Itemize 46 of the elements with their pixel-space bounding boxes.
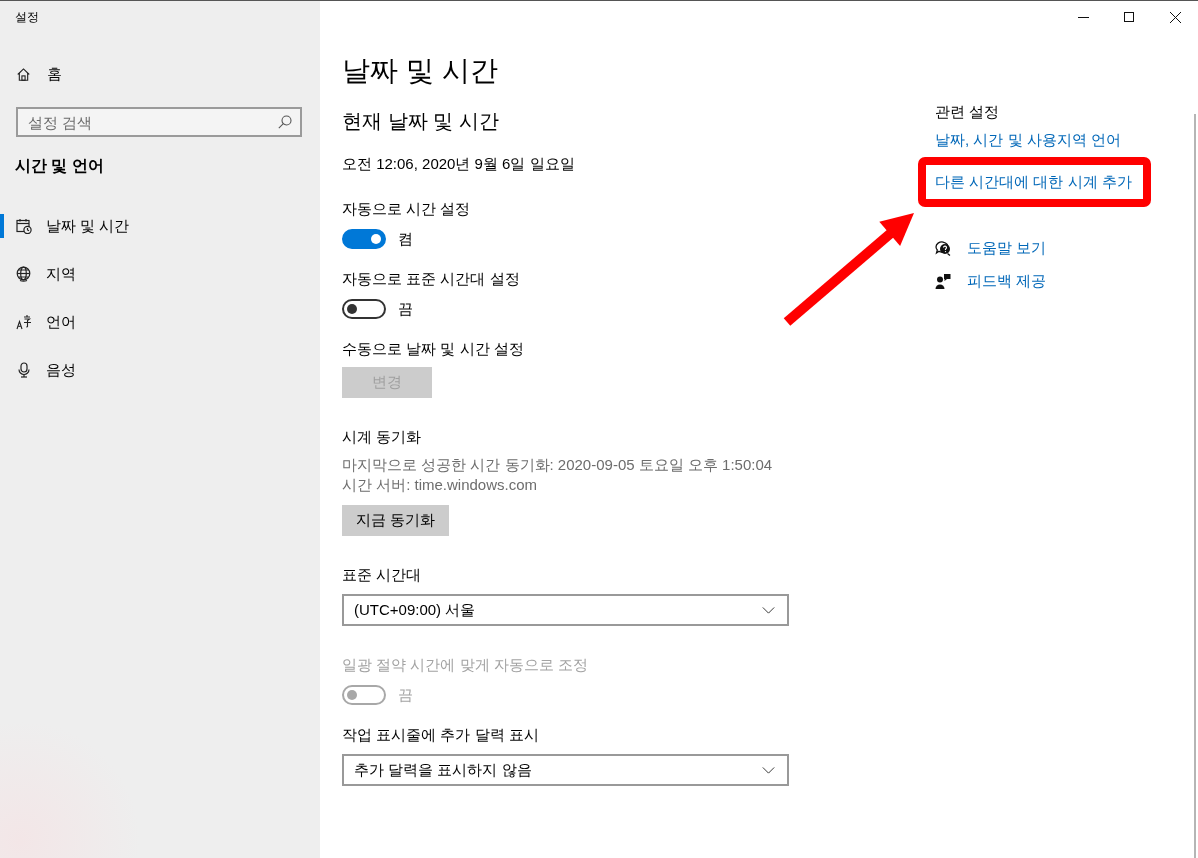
search-field[interactable]: 설정 검색 (16, 107, 302, 137)
globe-icon (16, 266, 32, 282)
detail-text: 시간 서버: time.windows.com (342, 475, 538, 495)
chat-help-icon (935, 240, 951, 256)
setting-label: 작업 표시줄에 추가 달력 표시 (342, 725, 539, 745)
toggle-state-label: 끔 (398, 299, 413, 319)
nav-item[interactable]: 날짜 및 시간 (0, 202, 320, 250)
nav-item[interactable]: 음성 (0, 346, 320, 394)
dropdown[interactable]: 추가 달력을 표시하지 않음 (342, 754, 789, 786)
nav-item[interactable]: 지역 (0, 250, 320, 298)
toggle-state-label: 끔 (398, 685, 413, 705)
setting-label: 자동으로 시간 설정 (342, 199, 471, 219)
search-icon (278, 115, 292, 129)
link[interactable]: 다른 시간대에 대한 시계 추가 (935, 171, 1132, 193)
current-datetime: 오전 12:06, 2020년 9월 6일 일요일 (342, 154, 575, 174)
home-nav-item[interactable]: 홈 (0, 50, 320, 98)
setting-label: 시계 동기화 (342, 427, 422, 447)
chevron-down-icon (762, 606, 775, 614)
toggle-state-label: 켬 (398, 229, 413, 249)
close-icon (1169, 11, 1181, 23)
setting-label: 자동으로 표준 시간대 설정 (342, 269, 520, 289)
person-feedback-icon (935, 273, 951, 289)
help-link[interactable]: 피드백 제공 (935, 270, 1047, 292)
action-button[interactable]: 지금 동기화 (342, 505, 450, 536)
toggle-switch[interactable] (342, 229, 386, 249)
link[interactable]: 날짜, 시간 및 사용지역 언어 (935, 129, 1121, 151)
calendar-clock-icon (16, 218, 32, 234)
microphone-icon (16, 362, 32, 378)
maximize-icon (1124, 12, 1134, 22)
nav-item[interactable]: 언어 (0, 298, 320, 346)
window-title: 설정 (14, 9, 40, 26)
toggle-switch[interactable] (342, 299, 386, 319)
page-title: 날짜 및 시간 (342, 54, 498, 88)
section-heading: 시간 및 언어 (14, 156, 104, 176)
detail-text: 마지막으로 성공한 시간 동기화: 2020-09-05 토요일 오후 1:50:04 (342, 455, 773, 475)
setting-label: 수동으로 날짜 및 시간 설정 (342, 339, 524, 359)
setting-label: 일광 절약 시간에 맞게 자동으로 조정 (342, 655, 588, 675)
help-link[interactable]: 도움말 보기 (935, 237, 1047, 259)
section-title: 현재 날짜 및 시간 (342, 109, 499, 134)
home-icon (17, 67, 30, 81)
chevron-down-icon (762, 766, 775, 774)
related-settings-heading: 관련 설정 (935, 102, 1000, 122)
dropdown[interactable]: (UTC+09:00) 서울 (342, 594, 789, 626)
letters-icon (16, 314, 32, 330)
minimize-icon (1077, 16, 1089, 18)
setting-label: 표준 시간대 (342, 565, 422, 585)
